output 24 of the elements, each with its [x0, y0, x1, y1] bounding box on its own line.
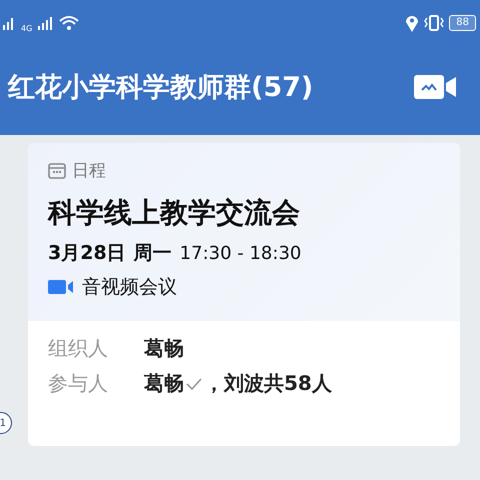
- participants-label: 参与人: [48, 370, 109, 397]
- calendar-icon: [48, 162, 66, 178]
- meeting-type: 音视频会议: [82, 275, 177, 300]
- event-time: 17:30 - 18:30: [180, 243, 302, 264]
- event-title: 科学线上教学交流会: [48, 195, 301, 231]
- event-date: 3月28日: [48, 241, 126, 266]
- network-label: 4G: [21, 24, 32, 33]
- group-title: 红花小学科学教师群(57): [8, 71, 314, 105]
- organizer-name: 葛畅: [144, 335, 184, 362]
- schedule-label: 日程: [72, 160, 106, 182]
- wifi-icon: [58, 14, 80, 30]
- count-badge: 1: [0, 412, 12, 434]
- video-camera-icon[interactable]: [414, 73, 458, 101]
- signal-icon: [2, 16, 16, 30]
- vibrate-icon: [424, 14, 444, 32]
- signal-icon: [37, 16, 54, 30]
- participants-summary: ，刘波共58人: [204, 370, 332, 397]
- location-icon: [405, 14, 420, 32]
- participant-name: 葛畅: [144, 370, 184, 397]
- organizer-label: 组织人: [48, 335, 109, 362]
- schedule-card[interactable]: 日程 科学线上教学交流会 3月28日 周一 17:30 - 18:30 音视频会议 组织人 葛畅 参与人 葛畅 ，刘波共58人: [28, 143, 460, 446]
- event-weekday: 周一: [134, 241, 172, 266]
- video-camera-icon: [48, 279, 74, 295]
- battery-indicator: 88: [449, 14, 476, 30]
